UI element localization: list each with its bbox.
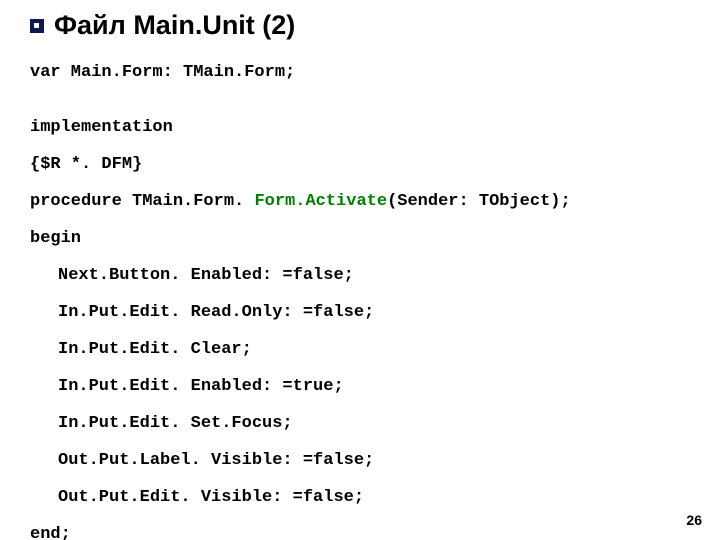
slide: Файл Main.Unit (2) var Main.Form: TMain.…	[0, 0, 720, 540]
code-line-12: Out.Put.Edit. Visible: =false;	[58, 488, 690, 507]
code-line-11: Out.Put.Label. Visible: =false;	[58, 451, 690, 470]
proc-keyword: procedure TMain.Form.	[30, 192, 254, 211]
code-line-9: In.Put.Edit. Enabled: =true;	[58, 377, 690, 396]
code-line-resource: {$R *. DFM}	[30, 155, 690, 174]
title-row: Файл Main.Unit (2)	[30, 10, 690, 41]
code-line-end: end;	[30, 525, 690, 540]
code-line-var: var Main.Form: TMain.Form;	[30, 63, 690, 82]
code-line-begin: begin	[30, 229, 690, 248]
code-line-7: In.Put.Edit. Read.Only: =false;	[58, 303, 690, 322]
code-line-8: In.Put.Edit. Clear;	[58, 340, 690, 359]
page-title: Файл Main.Unit (2)	[54, 10, 295, 41]
code-line-procedure: procedure TMain.Form. Form.Activate(Send…	[30, 192, 690, 211]
proc-params: (Sender: TObject);	[387, 192, 571, 211]
page-number: 26	[686, 512, 702, 528]
code-line-10: In.Put.Edit. Set.Focus;	[58, 414, 690, 433]
square-bullet-icon	[30, 19, 44, 33]
code-line-implementation: implementation	[30, 118, 690, 137]
proc-name: Form.Activate	[254, 192, 387, 211]
code-body: Next.Button. Enabled: =false; In.Put.Edi…	[30, 266, 690, 507]
code-line-6: Next.Button. Enabled: =false;	[58, 266, 690, 285]
